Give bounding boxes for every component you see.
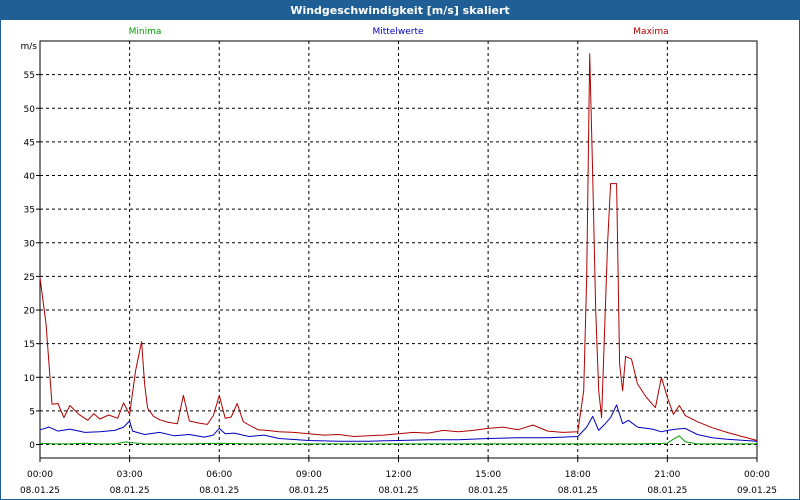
x-tick-date: 08.01.25 <box>468 486 508 496</box>
y-tick-label: 40 <box>24 172 36 182</box>
series-line-mittelwerte <box>39 404 758 442</box>
y-tick-label: 25 <box>24 273 35 283</box>
legend: Minima Mittelwerte Maxima <box>129 27 669 37</box>
x-tick-time: 15:00 <box>475 470 501 480</box>
x-tick-time: 21:00 <box>654 470 680 480</box>
y-tick-label: 10 <box>24 374 36 384</box>
legend-entry-minima: Minima <box>129 27 162 37</box>
legend-entry-mittelwerte: Mittelwerte <box>372 27 423 37</box>
x-tick-date: 08.01.25 <box>20 486 60 496</box>
x-tick-date: 08.01.25 <box>647 486 687 496</box>
legend-entry-maxima: Maxima <box>633 27 668 37</box>
y-tick-label: 35 <box>24 206 35 216</box>
y-tick-label: 55 <box>24 71 35 81</box>
x-tick-date: 08.01.25 <box>110 486 150 496</box>
y-tick-label: 30 <box>24 239 36 249</box>
x-tick-date: 08.01.25 <box>199 486 239 496</box>
x-tick-date: 08.01.25 <box>558 486 598 496</box>
y-tick-label: 20 <box>24 307 36 317</box>
grid <box>40 41 757 458</box>
x-tick-date: 09.01.25 <box>737 486 777 496</box>
y-tick-label: 0 <box>29 441 35 451</box>
x-tick-date: 08.01.25 <box>289 486 329 496</box>
x-tick-time: 03:00 <box>117 470 143 480</box>
wind-speed-chart: 0 5 10 15 20 25 30 35 40 45 50 55 m/s 00:00 08.01.25 03… <box>20 27 777 496</box>
x-tick-time: 18:00 <box>565 470 591 480</box>
x-tick-time: 12:00 <box>386 470 412 480</box>
x-tick-time: 00:00 <box>744 470 770 480</box>
y-axis-label: m/s <box>21 42 38 52</box>
x-tick-time: 06:00 <box>206 470 232 480</box>
y-tick-label: 15 <box>24 340 35 350</box>
x-tick-time: 09:00 <box>296 470 322 480</box>
y-tick-label: 50 <box>24 105 36 115</box>
y-tick-label: 5 <box>29 407 35 417</box>
y-tick-label: 45 <box>24 138 35 148</box>
x-tick-date: 08.01.25 <box>378 486 418 496</box>
x-tick-time: 00:00 <box>27 470 53 480</box>
